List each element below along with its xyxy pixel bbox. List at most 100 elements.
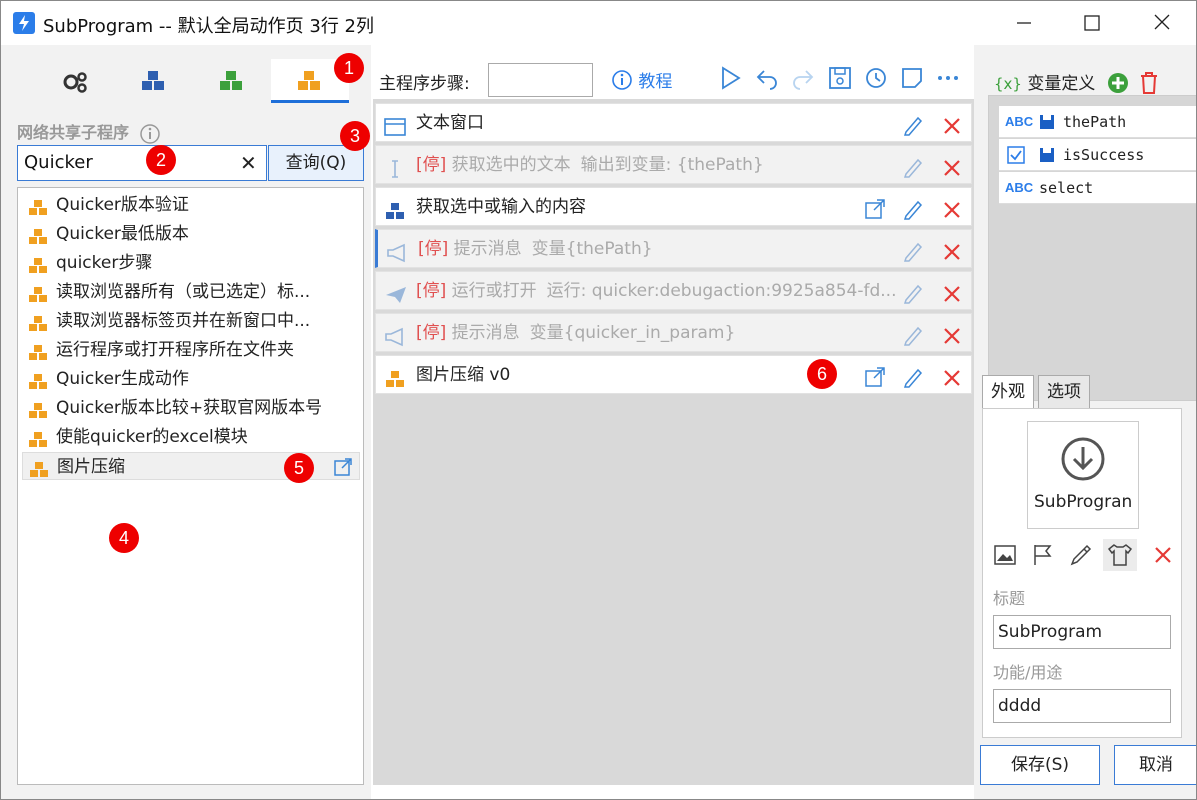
tab-blue-cubes[interactable]: [115, 59, 193, 103]
purpose-label: 功能/用途: [993, 663, 1063, 682]
save-button[interactable]: 保存(S): [980, 745, 1100, 785]
step-row[interactable]: [停] 运行或打开 运行: quicker:debugaction:9925a85…: [375, 271, 972, 310]
subprogram-list: Quicker版本验证 Quicker最低版本 quicker步骤 读取浏览器所…: [17, 187, 364, 785]
purpose-field[interactable]: dddd: [993, 689, 1171, 723]
type-badge: ABC: [1005, 180, 1034, 195]
tab-green-cubes[interactable]: [193, 59, 271, 103]
step-row[interactable]: [停] 获取选中的文本 输出到变量: {thePath}: [375, 145, 972, 184]
step-row[interactable]: [停] 提示消息 变量{quicker_in_param}: [375, 313, 972, 352]
history-icon[interactable]: [863, 65, 889, 91]
undo-icon[interactable]: [754, 65, 780, 91]
steps-label: 主程序步骤:: [379, 74, 470, 94]
list-item-label: Quicker版本比较+获取官网版本号: [56, 398, 323, 418]
trash-icon[interactable]: [1138, 71, 1160, 95]
list-item-label: 读取浏览器标签页并在新窗口中...: [56, 311, 311, 331]
add-variable-icon[interactable]: [1107, 72, 1129, 94]
list-item[interactable]: 读取浏览器标签页并在新窗口中...: [22, 307, 360, 335]
open-external-icon[interactable]: [333, 457, 353, 486]
open-external-icon[interactable]: [864, 364, 886, 402]
annotation-badge-4: 4: [109, 523, 139, 553]
step-row[interactable]: 图片压缩 v0: [375, 355, 972, 394]
delete-icon[interactable]: [942, 364, 962, 402]
step-title: 获取选中的文本: [451, 155, 571, 175]
tutorial-label: 教程: [638, 72, 673, 92]
tutorial-link[interactable]: 教程: [611, 67, 672, 92]
section-title: 网络共享子程序: [17, 119, 161, 145]
list-item-label: 图片压缩: [57, 457, 125, 477]
maximize-button[interactable]: [1069, 7, 1115, 39]
list-item[interactable]: 读取浏览器所有（或已选定）标...: [22, 278, 360, 306]
list-item-label: 运行程序或打开程序所在文件夹: [56, 340, 294, 360]
variables-title: 变量定义: [1027, 74, 1096, 94]
list-item[interactable]: Quicker版本验证: [22, 191, 360, 219]
variable-row[interactable]: ABC thePath: [999, 106, 1196, 138]
left-tabs: [37, 59, 349, 105]
cube-icon: [384, 365, 406, 403]
property-tabs: 外观 选项: [982, 375, 1196, 409]
action-icon-preview[interactable]: SubProgran: [1027, 421, 1139, 529]
steps-filter-input[interactable]: [488, 63, 593, 97]
annotation-badge-1: 1: [334, 53, 364, 83]
annotation-badge-6: 6: [807, 359, 837, 389]
left-panel: 1 网络共享子程序 Quicker ✕ 2 查询(Q) 3 Quicker版本验…: [1, 45, 371, 799]
more-icon[interactable]: [935, 65, 961, 91]
tab-appearance[interactable]: 外观: [982, 375, 1034, 409]
save-icon[interactable]: [827, 65, 853, 91]
search-value: Quicker: [24, 152, 93, 173]
variable-row[interactable]: isSuccess: [999, 139, 1196, 171]
delete-icon[interactable]: [1153, 545, 1173, 565]
step-detail: 运行: quicker:debugaction:9925a854-fd...: [546, 281, 897, 301]
step-title: 提示消息: [453, 239, 522, 259]
redo-icon[interactable]: [790, 65, 816, 91]
search-input[interactable]: Quicker ✕: [17, 145, 267, 181]
shirt-icon[interactable]: [1103, 539, 1137, 571]
checkbox-icon: [1007, 146, 1025, 164]
list-item[interactable]: Quicker最低版本: [22, 220, 360, 248]
download-circle-icon: [1061, 437, 1105, 481]
appearance-panel: SubProgran 标题 SubProgram 功能/用途 dddd: [982, 408, 1182, 738]
list-item-label: 读取浏览器所有（或已选定）标...: [56, 282, 311, 302]
step-row[interactable]: 文本窗口: [375, 103, 972, 142]
stop-tag: [停]: [418, 239, 449, 259]
close-window-button[interactable]: [1139, 7, 1185, 39]
variables-header: {x} 变量定义: [994, 69, 1160, 95]
step-title: 文本窗口: [416, 113, 484, 133]
cancel-button[interactable]: 取消: [1114, 745, 1196, 785]
step-detail: 变量{thePath}: [531, 239, 653, 259]
cube-icon: [29, 459, 49, 487]
lightning-icon: [13, 12, 35, 34]
list-item-label: quicker步骤: [56, 253, 153, 273]
info-icon[interactable]: [139, 123, 161, 145]
list-item[interactable]: Quicker版本比较+获取官网版本号: [22, 394, 360, 422]
variable-name: select: [1039, 179, 1094, 197]
edit-icon[interactable]: [902, 364, 924, 402]
list-item[interactable]: 使能quicker的excel模块: [22, 423, 360, 451]
annotation-badge-5: 5: [284, 453, 314, 483]
list-item-label: 使能quicker的excel模块: [56, 427, 248, 447]
run-icon[interactable]: [717, 65, 743, 91]
step-row[interactable]: 获取选中或输入的内容: [375, 187, 972, 226]
tab-settings[interactable]: [37, 59, 115, 103]
window-title: SubProgram -- 默认全局动作页 3行 2列: [43, 16, 374, 37]
tab-options[interactable]: 选项: [1038, 375, 1090, 409]
app-window: SubProgram -- 默认全局动作页 3行 2列 1 网络共享子程序 Qu…: [0, 0, 1197, 800]
main-steps-panel: 主程序步骤: 教程 文本窗口 [停] 获取选中的文本 输出到变量: {thePa…: [371, 45, 974, 785]
query-button[interactable]: 查询(Q): [268, 145, 364, 181]
variable-row[interactable]: ABC select: [999, 172, 1196, 204]
minimize-button[interactable]: [1001, 7, 1047, 39]
variables-list: ABC thePath isSuccess ABC select: [988, 95, 1196, 401]
step-detail: 输出到变量: {thePath}: [580, 155, 764, 175]
note-icon[interactable]: [899, 65, 925, 91]
step-row[interactable]: [停] 提示消息 变量{thePath}: [375, 229, 972, 268]
list-item[interactable]: Quicker生成动作: [22, 365, 360, 393]
image-icon[interactable]: [993, 543, 1017, 567]
list-item[interactable]: 运行程序或打开程序所在文件夹: [22, 336, 360, 364]
eyedropper-icon[interactable]: [1069, 543, 1093, 567]
blue-cubes-icon: [142, 71, 164, 90]
title-field[interactable]: SubProgram: [993, 615, 1171, 649]
clear-search-icon[interactable]: ✕: [240, 151, 257, 175]
flag-icon[interactable]: [1031, 543, 1055, 567]
stop-tag: [停]: [416, 323, 447, 343]
list-item[interactable]: quicker步骤: [22, 249, 360, 277]
step-title: 提示消息: [451, 323, 520, 343]
